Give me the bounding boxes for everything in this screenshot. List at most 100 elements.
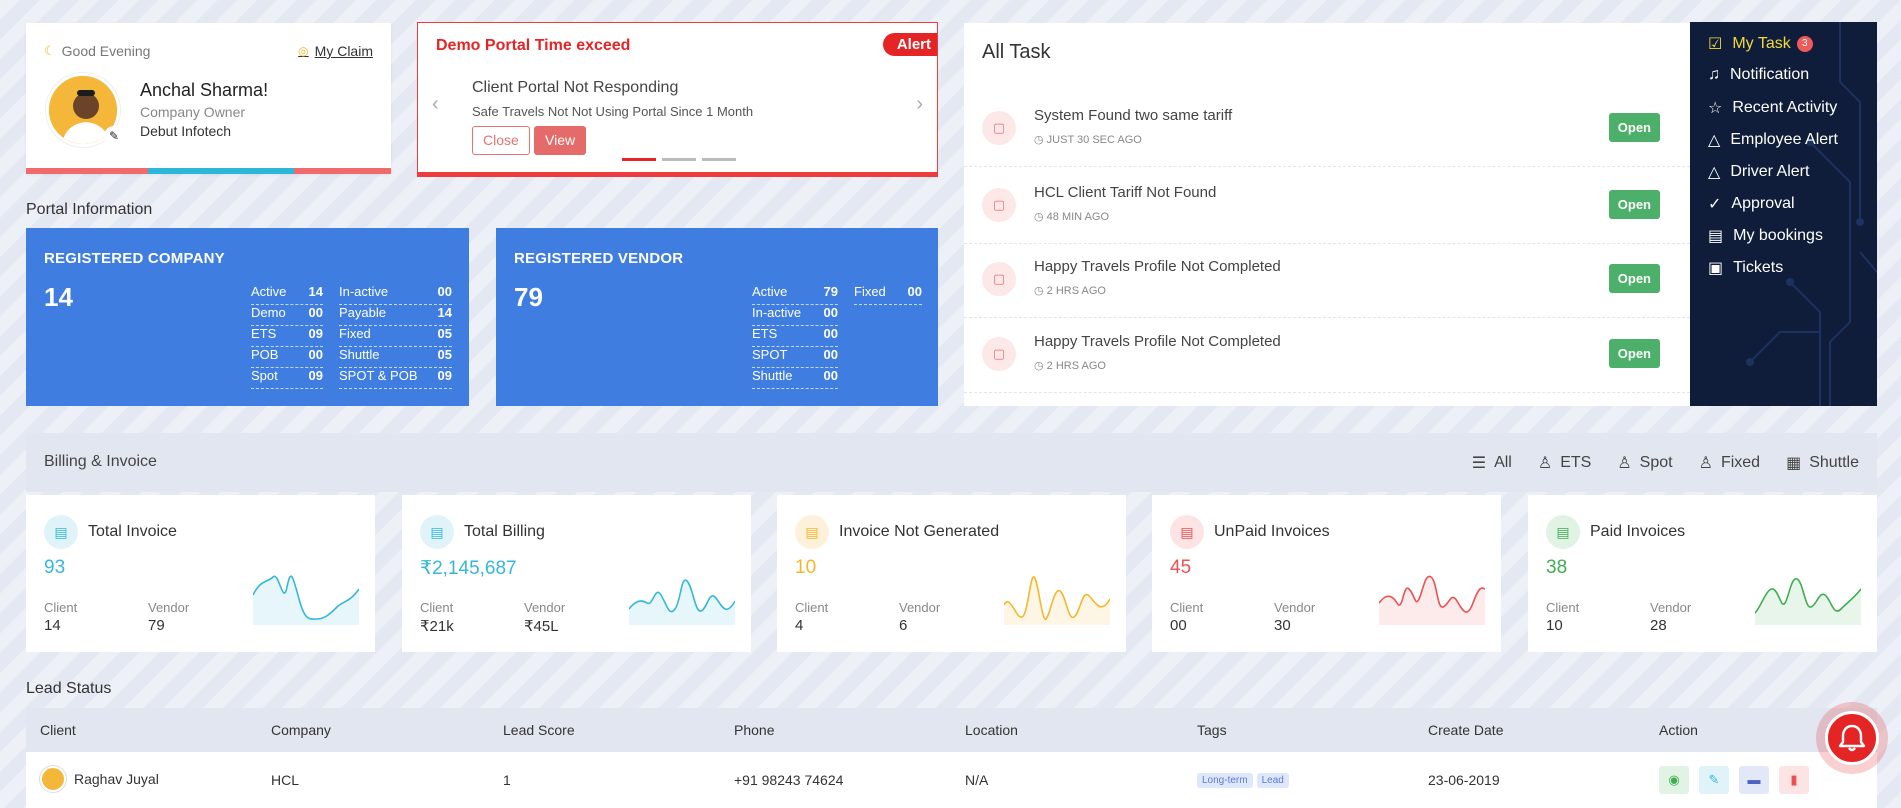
card-value: 93 [44,557,66,578]
client-cell: Raghav Juyal [40,766,159,792]
col-phone[interactable]: Phone [734,722,774,738]
billing-card-total-invoice[interactable]: ▤ Total Invoice 93 Client Vendor 14 79 [26,495,375,652]
coin-icon: ◎ [298,44,309,58]
client-label: Client [795,600,829,615]
person-pin-icon: ♙ [1617,455,1632,472]
person-icon: ♙ [1537,455,1553,472]
side-item-approval[interactable]: ✓ Approval [1708,194,1795,214]
col-company[interactable]: Company [271,722,331,738]
filter-spot[interactable]: ♙ Spot [1617,453,1672,473]
billing-card-paid-invoices[interactable]: ▤ Paid Invoices 38 Client Vendor 10 28 [1528,495,1877,652]
client-value: 14 [44,617,61,634]
col-location[interactable]: Location [965,722,1018,738]
billing-card-total-billing[interactable]: ▤ Total Billing ₹2,145,687 Client Vendor… [402,495,751,652]
open-button[interactable]: Open [1608,113,1660,142]
tags-cell: Long-term Lead [1197,770,1293,788]
stat-pob: POB 00 [251,347,323,368]
task-row[interactable]: ▢ System Found two same tariff ◷ JUST 30… [964,93,1690,167]
open-button[interactable]: Open [1608,339,1660,368]
carousel-indicators [622,158,736,161]
side-item-my-task[interactable]: ☑ My Task 3 [1708,34,1813,54]
side-item-driver-alert[interactable]: △ Driver Alert [1708,162,1809,182]
edit-avatar-icon[interactable]: ✎ [104,126,124,146]
view-icon[interactable]: ◉ [1659,766,1689,794]
stat-spot-pob: SPOT & POB 09 [339,368,452,389]
client-value: ₹21k [420,618,454,635]
sparkline [1755,578,1861,625]
side-item-tickets[interactable]: ▣ Tickets [1708,258,1783,278]
card-value: ₹2,145,687 [420,558,517,579]
bus-icon: ▦ [1786,455,1802,472]
clock-icon: ◷ [1034,211,1044,223]
carousel-dot[interactable] [662,158,696,161]
task-time: ◷ JUST 30 SEC AGO [1034,134,1142,146]
phone-cell: +91 98243 74624 [734,772,844,788]
floating-bell-button[interactable] [1816,702,1888,774]
vendor-label: Vendor [148,600,190,615]
stat-ets: ETS 09 [251,326,323,347]
delete-icon[interactable]: ▮ [1779,766,1809,794]
side-item-recent-activity[interactable]: ☆ Recent Activity [1708,98,1837,118]
stat-inactive: In-active 00 [752,305,838,326]
warning-icon: △ [1708,164,1721,181]
close-button[interactable]: Close [472,126,530,155]
tag: Lead [1256,773,1289,788]
warning-icon: △ [1708,132,1721,149]
client-label: Client [44,600,78,615]
side-item-employee-alert[interactable]: △ Employee Alert [1708,130,1838,150]
col-action: Action [1659,722,1698,738]
side-item-my-bookings[interactable]: ▤ My bookings [1708,226,1823,246]
message-icon: ▢ [982,111,1016,145]
carousel-dot[interactable] [622,158,656,161]
billing-header: Billing & Invoice ☰ All ♙ ETS ♙ Spot ♙ Fixed… [26,433,1877,492]
filter-shuttle[interactable]: ▦ Shuttle [1786,453,1859,473]
task-row[interactable]: ▢ HCL Client Tariff Not Found ◷ 48 MIN A… [964,170,1690,244]
chat-icon[interactable]: ▬ [1739,766,1769,794]
open-button[interactable]: Open [1608,264,1660,293]
col-create-date[interactable]: Create Date [1428,722,1503,738]
card-value: 10 [795,557,817,578]
open-button[interactable]: Open [1608,190,1660,219]
col-tags[interactable]: Tags [1197,722,1227,738]
document-icon: ▤ [420,515,454,549]
card-title: UnPaid Invoices [1214,523,1330,540]
lead-score-cell: 1 [503,772,511,788]
chevron-right-icon[interactable]: › [916,93,923,116]
message-icon: ▢ [982,188,1016,222]
task-row[interactable]: ▢ Happy Travels Profile Not Completed ◷ … [964,319,1690,393]
vendor-value: ₹45L [524,618,559,635]
task-time: ◷ 2 HRS AGO [1034,285,1106,297]
greeting-card: ☾ Good Evening ◎ My Claim ✎ Anchal Sharm… [26,23,391,174]
task-row[interactable]: ▢ Happy Travels Profile Not Completed ◷ … [964,244,1690,318]
col-lead-score[interactable]: Lead Score [503,722,575,738]
task-title: Happy Travels Profile Not Completed [1034,258,1281,275]
all-task-title: All Task [982,41,1051,63]
edit-icon[interactable]: ✎ [1699,766,1729,794]
side-item-notification[interactable]: ♫ Notification [1708,66,1809,84]
client-value: 00 [1170,617,1187,634]
task-time: ◷ 2 HRS AGO [1034,360,1106,372]
clock-icon: ◷ [1034,360,1044,372]
bell-icon: ♫ [1708,66,1720,83]
chevron-left-icon[interactable]: ‹ [432,93,439,116]
portal-info-label: Portal Information [26,201,153,218]
billing-card-invoice-not-generated[interactable]: ▤ Invoice Not Generated 10 Client Vendor… [777,495,1126,652]
card-title: Total Billing [464,523,545,540]
stat-inactive: In-active 00 [339,284,452,305]
col-client[interactable]: Client [40,722,76,738]
avatar [40,766,66,792]
registered-company-title: REGISTERED COMPANY [44,250,225,267]
filter-all[interactable]: ☰ All [1472,453,1512,473]
table-row[interactable]: Raghav Juyal HCL 1 +91 98243 74624 N/A L… [26,752,1877,808]
moon-icon: ☾ [44,43,56,58]
view-button[interactable]: View [534,126,587,155]
registered-company-count: 14 [44,282,73,312]
filter-fixed[interactable]: ♙ Fixed [1699,453,1760,473]
vendor-label: Vendor [1650,600,1692,615]
my-claim-link[interactable]: ◎ My Claim [298,43,373,59]
stat-active: Active 14 [251,284,323,305]
billing-card-unpaid-invoices[interactable]: ▤ UnPaid Invoices 45 Client Vendor 00 30 [1152,495,1501,652]
stat-ets: ETS 00 [752,326,838,347]
filter-ets[interactable]: ♙ ETS [1538,453,1591,473]
carousel-dot[interactable] [702,158,736,161]
